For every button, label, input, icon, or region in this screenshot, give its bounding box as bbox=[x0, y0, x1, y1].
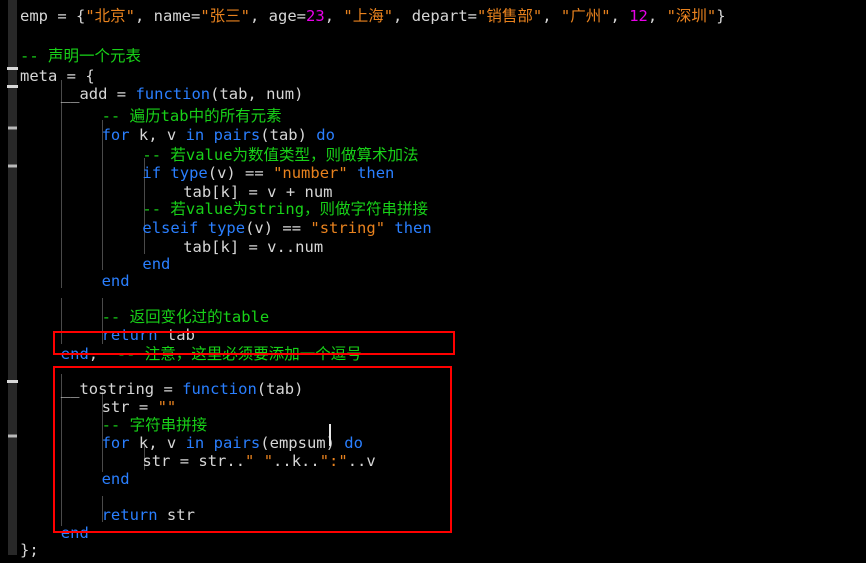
token-num: 12 bbox=[629, 7, 648, 25]
token-pln: __add = bbox=[60, 85, 136, 103]
code-line-text: }; bbox=[20, 538, 39, 563]
code-line[interactable]: }; bbox=[0, 538, 866, 563]
token-pln: , depart= bbox=[393, 7, 478, 25]
code-line[interactable]: emp = {"北京", name="张三", age=23, "上海", de… bbox=[0, 4, 866, 29]
token-pln: emp = bbox=[20, 7, 76, 25]
token-pln: k, v bbox=[129, 126, 186, 144]
token-str: "销售部" bbox=[477, 7, 543, 25]
token-kw: function bbox=[135, 85, 211, 103]
token-str: "北京" bbox=[85, 7, 136, 25]
code-editor[interactable]: emp = {"北京", name="张三", age=23, "上海", de… bbox=[0, 0, 866, 559]
token-pln: , name= bbox=[135, 7, 201, 25]
token-str: "张三" bbox=[200, 7, 251, 25]
token-num: 23 bbox=[306, 7, 325, 25]
token-pln: , bbox=[324, 7, 344, 25]
token-kw: pairs bbox=[213, 126, 261, 144]
token-pln: , bbox=[647, 7, 667, 25]
token-pln: , bbox=[610, 7, 630, 25]
text-caret bbox=[329, 424, 331, 446]
token-pln: , bbox=[542, 7, 561, 25]
token-punc: { bbox=[76, 7, 86, 25]
token-pln: }; bbox=[20, 541, 39, 559]
token-kw: for bbox=[101, 126, 130, 144]
token-cmt: -- 声明一个元表 bbox=[20, 47, 141, 65]
token-pln: (tab) bbox=[260, 126, 317, 144]
token-kw: in bbox=[185, 126, 205, 144]
token-str: "广州" bbox=[560, 7, 611, 25]
token-pln bbox=[204, 126, 213, 144]
token-pln: , age= bbox=[250, 7, 307, 25]
token-str: "深圳" bbox=[666, 7, 717, 25]
token-punc: } bbox=[716, 7, 726, 25]
token-kw: do bbox=[316, 126, 335, 144]
code-line-text: emp = {"北京", name="张三", age=23, "上海", de… bbox=[20, 4, 726, 29]
token-str: "上海" bbox=[343, 7, 394, 25]
token-pln: (tab, num) bbox=[210, 85, 304, 103]
